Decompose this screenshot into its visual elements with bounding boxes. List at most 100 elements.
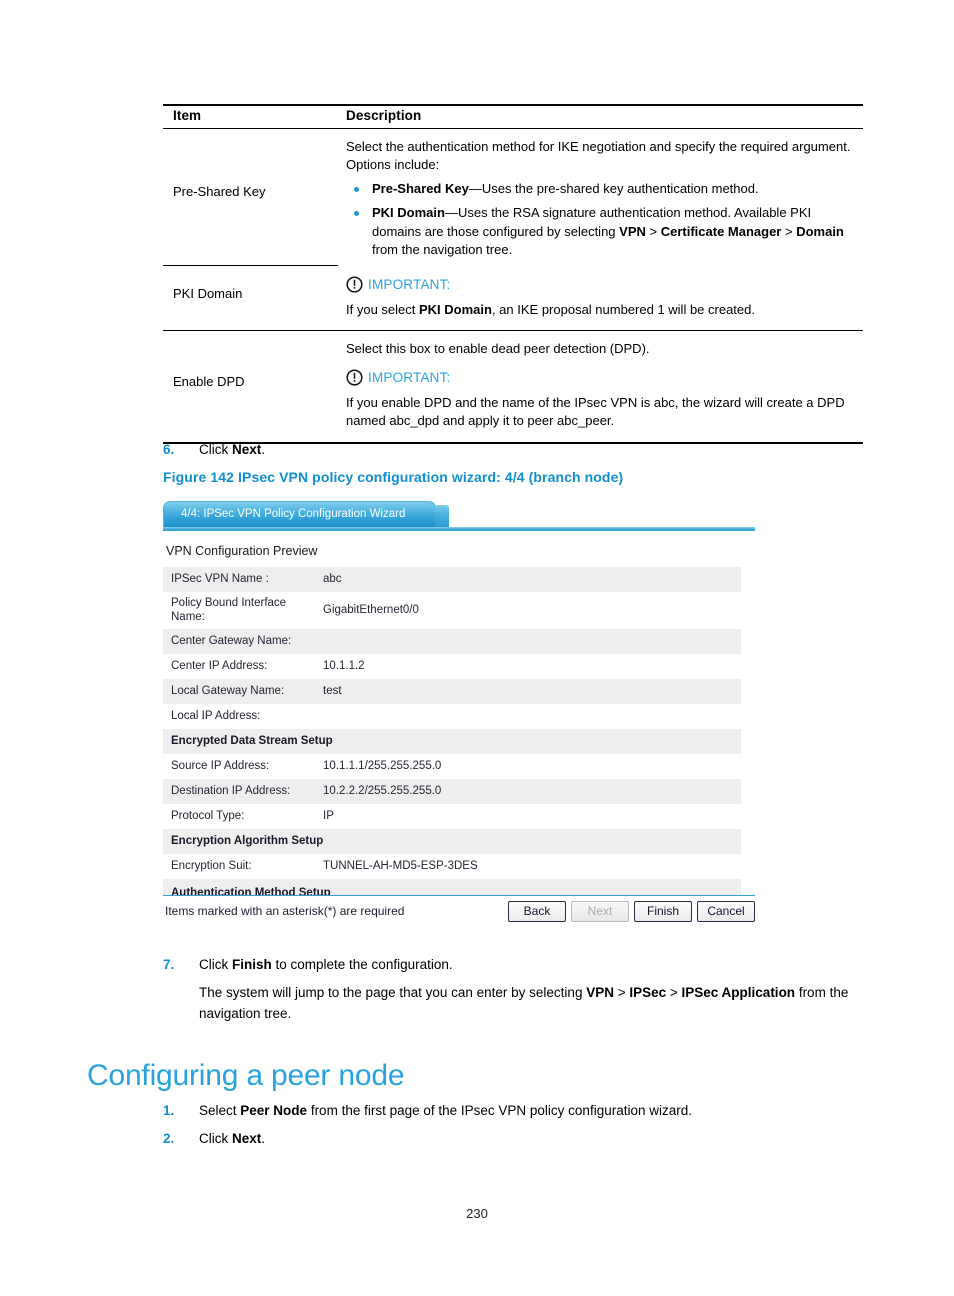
step-text-after: from the first page of the IPsec VPN pol… [307, 1103, 692, 1118]
option-dash: — [444, 205, 458, 221]
step-1-peer-node: 1. Select Peer Node from the first page … [163, 1101, 868, 1121]
step-text-before: Select [199, 1103, 241, 1118]
step-bold-next: Next [232, 1131, 262, 1146]
step-text-after: to complete the configuration. [271, 957, 453, 972]
option-dash: — [468, 180, 482, 196]
nav-path-domain: Domain [796, 223, 844, 239]
step-text-after: . [261, 442, 266, 457]
field-value [321, 704, 741, 729]
field-value: abc [323, 573, 342, 586]
column-header-description: Description [338, 104, 863, 129]
note-bold-term: PKI Domain [418, 301, 492, 317]
tab-edge-decoration [435, 505, 449, 527]
wizard-screenshot: 4/4: IPSec VPN Policy Configuration Wiza… [163, 499, 755, 930]
important-label: IMPORTANT: [368, 369, 451, 385]
note-text-after: , an IKE proposal numbered 1 will be cre… [491, 301, 755, 317]
table-row: Destination IP Address: 10.2.2.2/255.255.… [163, 778, 741, 804]
important-note-body: If you enable DPD and the name of the IP… [346, 394, 845, 429]
tab-ipsec-vpn-policy-configuration-wizard[interactable]: 4/4: IPSec VPN Policy Configuration Wiza… [163, 501, 436, 527]
field-label: Destination IP Address: [171, 785, 291, 798]
step-number: 1. [163, 1103, 175, 1118]
step-text-before: Click [199, 442, 232, 457]
row-description-pre-shared-key: Select the authentication method for IKE… [338, 129, 863, 266]
field-label: Source IP Address: [171, 760, 270, 773]
table-section-row: Encrypted Data Stream Setup [163, 728, 741, 754]
field-label: Local Gateway Name: [171, 685, 285, 698]
finish-button[interactable]: Finish [634, 900, 692, 922]
field-value: TUNNEL-AH-MD5-ESP-3DES [323, 860, 478, 873]
step-bold-finish: Finish [232, 957, 272, 972]
list-item: Pre-Shared Key—Uses the pre-shared key a… [346, 180, 859, 198]
nav-path-ipsec-application: IPSec Application [681, 985, 796, 1001]
step-bold-peer-node: Peer Node [240, 1103, 308, 1118]
nav-path-vpn: VPN [586, 985, 614, 1001]
field-value: IP [323, 810, 334, 823]
table-row: Center Gateway Name: [163, 628, 741, 654]
row-description-pki-domain: IMPORTANT: If you select PKI Domain, an … [338, 265, 863, 332]
exclamation-circle-icon [346, 276, 363, 293]
nav-path-ipsec: IPSec [629, 985, 667, 1001]
field-value [321, 629, 741, 654]
wizard-tab-strip: 4/4: IPSec VPN Policy Configuration Wiza… [163, 499, 755, 531]
table-row: Center IP Address: 10.1.1.2 [163, 653, 741, 679]
list-item: PKI Domain—Uses the RSA signature authen… [346, 204, 859, 259]
table-row: Policy Bound Interface Name: GigabitEther… [163, 592, 741, 629]
wizard-button-group: Back Next Finish Cancel [508, 900, 755, 922]
step-line-1: Click Finish to complete the configurati… [199, 957, 453, 972]
step-6: 6. Click Next. [163, 440, 663, 460]
table-row: Local IP Address: [163, 703, 741, 729]
field-label: Center Gateway Name: [171, 635, 292, 648]
back-button[interactable]: Back [508, 900, 566, 922]
field-label: Local IP Address: [171, 710, 261, 723]
important-note: IMPORTANT: [346, 368, 859, 387]
table-row: Encryption Suit: TUNNEL-AH-MD5-ESP-3DES [163, 853, 741, 879]
field-label: Protocol Type: [171, 810, 245, 823]
page-number: 230 [466, 1206, 488, 1221]
wizard-footer-bar: Items marked with an asterisk(*) are req… [163, 894, 755, 930]
table-row: Pre-Shared Key Select the authentication… [163, 128, 863, 267]
field-value: 10.1.1.1/255.255.255.0 [323, 760, 442, 773]
vpn-configuration-preview-table: IPSec VPN Name : abc Policy Bound Interfa… [163, 567, 741, 904]
section-label: Encryption Algorithm Setup [171, 835, 324, 848]
table-row: IPSec VPN Name : abc [163, 567, 741, 592]
figure-caption: Figure 142 IPsec VPN policy configuratio… [163, 469, 624, 485]
important-label: IMPORTANT: [368, 276, 451, 292]
step-number: 2. [163, 1131, 175, 1146]
field-label: Encryption Suit: [171, 860, 252, 873]
step-bold-next: Next [232, 442, 262, 457]
nav-path-certificate-manager: Certificate Manager [660, 223, 782, 239]
vpn-configuration-preview-title: VPN Configuration Preview [166, 544, 318, 558]
exclamation-circle-icon [346, 369, 363, 386]
step-line-2: The system will jump to the page that yo… [199, 985, 849, 1021]
important-note: IMPORTANT: [346, 275, 859, 294]
note-text-before: If you select [346, 301, 419, 317]
option-term-pki-domain: PKI Domain [372, 205, 445, 221]
field-label: Policy Bound Interface Name: [171, 597, 287, 624]
step-number: 7. [163, 957, 175, 972]
page-title: Configuring a peer node [87, 1059, 405, 1093]
table-row: Source IP Address: 10.1.1.1/255.255.255.0 [163, 753, 741, 779]
step-2-click-next: 2. Click Next. [163, 1129, 868, 1149]
cancel-button[interactable]: Cancel [697, 900, 755, 922]
field-value: 10.2.2.2/255.255.255.0 [323, 785, 442, 798]
step-text: Click Next. [199, 1129, 868, 1149]
step-text: Select Peer Node from the first page of … [199, 1101, 868, 1121]
field-value: GigabitEthernet0/0 [323, 604, 419, 617]
field-label: Center IP Address: [171, 660, 268, 673]
row-item-pre-shared-key: Pre-Shared Key [163, 128, 338, 267]
step-text-before: Click [199, 1131, 232, 1146]
nav-path-vpn: VPN [619, 223, 646, 239]
tab-underline [163, 527, 755, 531]
step-7: 7. Click Finish to complete the configur… [163, 955, 868, 1024]
column-header-item: Item [163, 104, 338, 129]
section-label: Encrypted Data Stream Setup [171, 735, 333, 748]
option-text: Uses the pre-shared key authentication m… [481, 180, 759, 196]
option-term-pre-shared-key: Pre-Shared Key [372, 180, 469, 196]
step-text: Click Next. [199, 440, 663, 460]
table-row: Local Gateway Name: test [163, 678, 741, 704]
description-intro: Select the authentication method for IKE… [346, 139, 851, 173]
important-note-body: If you select PKI Domain, an IKE proposa… [346, 301, 859, 319]
row-item-pki-domain: PKI Domain [163, 265, 338, 332]
table-row: Protocol Type: IP [163, 803, 741, 829]
table-row: Enable DPD Select this box to enable dea… [163, 330, 863, 444]
